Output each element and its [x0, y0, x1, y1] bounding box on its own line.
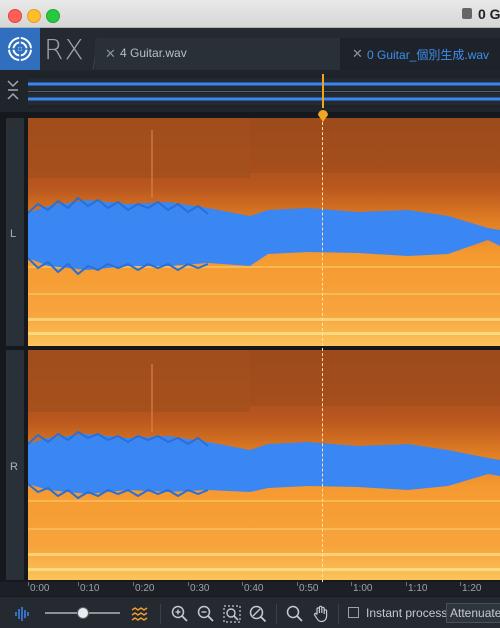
ruler-tick-mark	[78, 582, 79, 586]
hand-tool-icon[interactable]	[311, 604, 331, 624]
zoom-tool-icon[interactable]	[285, 604, 305, 624]
ruler-tick-label: 1:10	[408, 583, 428, 594]
zoom-in-icon[interactable]	[170, 604, 190, 624]
overview-waveform	[28, 74, 500, 108]
collapse-overview-icon[interactable]	[5, 77, 21, 103]
zoom-out-icon[interactable]	[196, 604, 216, 624]
channel-l-label: L	[10, 228, 17, 240]
window-titlebar	[0, 0, 500, 28]
channel-r-spectrogram[interactable]	[28, 350, 500, 580]
ruler-tick-mark	[297, 582, 298, 586]
ruler-tick-label: 1:20	[462, 583, 482, 594]
playhead-line[interactable]	[322, 112, 323, 582]
tab-4-guitar[interactable]: ✕ 4 Guitar.wav	[95, 38, 340, 70]
ruler-tick-label: 0:40	[244, 583, 264, 594]
ruler-tick-label: 0:10	[80, 583, 100, 594]
zoom-to-selection-icon[interactable]	[222, 604, 242, 624]
tab-0-guitar[interactable]: ✕ 0 Guitar_個別生成.wav	[340, 38, 500, 70]
ruler-tick-mark	[133, 582, 134, 586]
channel-l-spectrogram[interactable]	[28, 118, 500, 346]
ruler-tick-mark	[242, 582, 243, 586]
channel-r-label: R	[10, 461, 18, 473]
overview-playhead	[322, 74, 324, 108]
instant-process-mode-value: Attenuate	[450, 606, 500, 620]
ruler-tick-mark	[406, 582, 407, 586]
window-title: 0 G	[478, 6, 500, 22]
ruler-tick-label: 1:00	[353, 583, 373, 594]
zoom-reset-icon[interactable]	[248, 604, 268, 624]
zoom-window-button[interactable]	[46, 9, 60, 23]
waveform-view-icon[interactable]	[12, 604, 32, 624]
ruler-tick-label: 0:20	[135, 583, 155, 594]
document-icon	[462, 8, 472, 19]
tab-label: 4 Guitar.wav	[120, 46, 187, 60]
close-tab-icon[interactable]: ✕	[352, 46, 363, 62]
spectrogram-view-icon[interactable]	[130, 604, 150, 624]
app-name: RX	[44, 33, 85, 66]
close-tab-icon[interactable]: ✕	[105, 46, 116, 62]
instant-process-checkbox[interactable]	[348, 607, 359, 618]
playhead-marker-icon[interactable]	[317, 108, 329, 122]
minimize-window-button[interactable]	[27, 9, 41, 23]
ruler-tick-label: 0:30	[190, 583, 210, 594]
close-window-button[interactable]	[8, 9, 22, 23]
slider-knob[interactable]	[77, 607, 89, 619]
ruler-tick-mark	[351, 582, 352, 586]
ruler-tick-mark	[460, 582, 461, 586]
instant-process-label: Instant process	[366, 606, 448, 620]
ruler-tick-mark	[188, 582, 189, 586]
tab-label: 0 Guitar_個別生成.wav	[367, 48, 490, 62]
ruler-tick-label: 0:00	[30, 583, 50, 594]
ruler-tick-label: 0:50	[299, 583, 319, 594]
ruler-tick-mark	[28, 582, 29, 586]
app-logo-icon[interactable]	[0, 28, 40, 70]
